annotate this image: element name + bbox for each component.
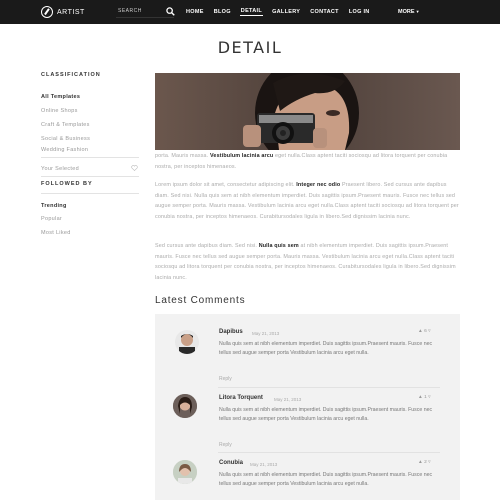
photo-woman-with-camera [155,73,460,150]
comment-divider [218,452,440,453]
search-icon[interactable] [166,7,175,16]
comment-votes[interactable]: ▲ 6 ▿ [418,329,431,334]
main-nav: HOME BLOG DETAIL GALLERY CONTACT LOG IN [185,0,379,24]
comment-date: May 21, 2013 [252,331,280,336]
sidebar-item-all-templates[interactable]: All Templates [41,94,80,100]
caret-down-icon: ▼ [414,9,420,14]
avatar[interactable] [175,330,199,354]
nav-contact[interactable]: CONTACT [309,9,340,15]
sidebar-divider [41,193,139,194]
nav-home[interactable]: HOME [185,9,205,15]
comment-text: Nulla quis sem at nibh elementum imperdi… [219,341,433,356]
page-title: DETAIL [217,38,283,57]
comments-heading: Latest Comments [155,295,246,306]
comment-divider [218,387,440,388]
heart-icon[interactable] [131,165,138,171]
thumbs-up-icon: ▲ [418,460,423,465]
followed-by-heading: FOLLOWED BY [41,181,93,187]
thumbs-up-icon: ▲ [418,395,423,400]
article-paragraph: Lorem ipsum dolor sit amet, consectetur … [155,182,459,220]
top-navigation-bar: ARTIST SEARCH HOME BLOG DETAIL GALLERY C… [0,0,500,24]
thumbs-up-icon: ▲ [418,329,423,334]
comment-author[interactable]: Dapibus [219,329,243,335]
sidebar-item-wedding-fashion[interactable]: Wedding Fashion [41,147,88,154]
reply-link[interactable]: Reply [219,442,232,448]
sidebar-item-social-business[interactable]: Social & Business [41,136,90,142]
article-paragraph: Sed cursus ante dapibus diam. Sed nisi. … [155,243,456,281]
chevron-down-icon: ▿ [428,395,431,400]
comment-votes[interactable]: ▲ 1 ▿ [418,395,431,400]
search-label: SEARCH [118,8,142,14]
avatar[interactable] [173,394,197,418]
sidebar-item-popular[interactable]: Popular [41,216,62,222]
sidebar-divider [41,176,139,177]
chevron-down-icon: ▿ [428,329,431,334]
hero-image [155,73,460,150]
comment-author[interactable]: Litora Torquent [219,395,263,401]
article-paragraph: porta. Mauris massa. Vestibulum lacinia … [155,153,448,170]
sidebar-item-most-liked[interactable]: Most Liked [41,230,71,236]
comment-author[interactable]: Conubia [219,460,243,466]
sidebar-divider [41,157,139,158]
comment-votes[interactable]: ▲ 2 ▿ [418,460,431,465]
sidebar-item-trending[interactable]: Trending [41,203,67,209]
nav-gallery[interactable]: GALLERY [271,9,301,15]
comment-date: May 21, 2013 [250,462,278,467]
chevron-down-icon: ▿ [428,460,431,465]
nav-blog[interactable]: BLOG [213,9,232,15]
logo[interactable]: ARTIST [41,6,85,18]
sidebar-item-online-shops[interactable]: Online Shops [41,108,78,114]
more-label: MORE [398,9,415,15]
logo-text: ARTIST [57,8,85,16]
sidebar-item-craft-templates[interactable]: Craft & Templates [41,122,90,128]
your-selected-label: Your Selected [41,166,79,172]
comment-text: Nulla quis sem at nibh elementum imperdi… [219,472,433,487]
more-menu-button[interactable]: MORE ▼ [398,9,420,15]
avatar[interactable] [173,460,197,484]
reply-link[interactable]: Reply [219,376,232,382]
nav-login[interactable]: LOG IN [348,9,371,15]
comment-date: May 21, 2013 [274,397,302,402]
nav-detail[interactable]: DETAIL [239,8,264,16]
comment-text: Nulla quis sem at nibh elementum imperdi… [219,407,433,422]
logo-icon [41,6,53,18]
classification-heading: CLASSIFICATION [41,72,101,78]
